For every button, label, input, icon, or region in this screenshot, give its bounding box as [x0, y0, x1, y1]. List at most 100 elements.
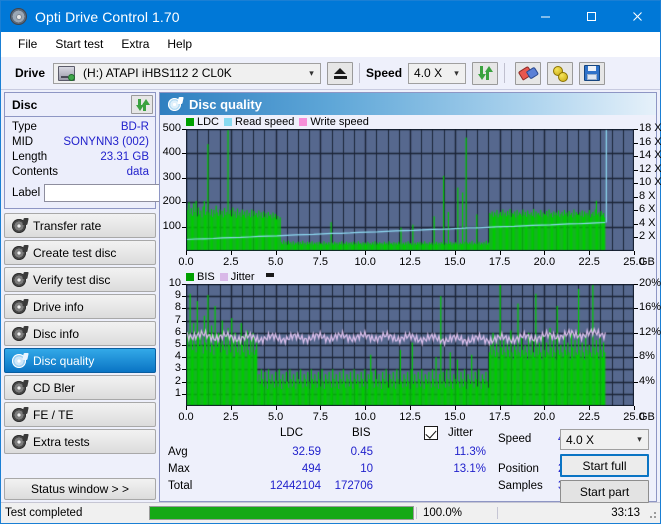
elapsed-time: 33:13	[497, 507, 646, 519]
minimize-icon[interactable]	[522, 1, 568, 32]
sidebar-item-cd-bler[interactable]: CD Bler	[4, 375, 156, 400]
x-tick-label: 17.5	[488, 256, 511, 268]
test-speed-select[interactable]: 4.0 X ▾	[560, 429, 649, 450]
disc-label-key: Label	[12, 187, 41, 199]
legend-swatch-jitter	[219, 273, 228, 281]
save-button[interactable]	[579, 61, 606, 85]
disc-icon	[12, 326, 26, 341]
x-tick-label: 12.5	[399, 256, 421, 268]
refresh-icon	[477, 66, 493, 80]
stats-row-label-max: Max	[168, 463, 190, 475]
title-bar: Opti Drive Control 1.70	[1, 1, 660, 32]
sidebar-item-transfer-rate[interactable]: Transfer rate	[4, 213, 156, 238]
window-controls	[522, 1, 660, 32]
chart-bis-jitter: BIS Jitter 1 2 3 4 5 6 7 8 9 10 4% 8% 12% 16% 20% 0.0 2.…	[160, 270, 661, 425]
menu-item-file[interactable]: File	[9, 34, 46, 54]
bug-icon	[552, 65, 569, 82]
y-tick-label: 2	[174, 374, 181, 387]
x-tick-label: 15.0	[444, 411, 466, 423]
sidebar-item-label: Drive info	[33, 299, 84, 314]
clear-button[interactable]	[515, 61, 542, 85]
disc-info-rows: Type BD-R MID SONYNN3 (002) Length 23.31…	[5, 117, 233, 208]
legend-entry-bis: BIS	[186, 271, 215, 283]
menu-item-help[interactable]: Help	[158, 34, 201, 54]
sidebar-item-extra-tests[interactable]: Extra tests	[4, 429, 156, 454]
y2-tick-label: 4%	[639, 374, 655, 387]
chevron-down-icon: ▾	[454, 67, 459, 78]
refresh-button[interactable]	[472, 61, 499, 85]
y2-tick-label: 14 X	[639, 149, 661, 162]
start-part-button[interactable]: Start part	[560, 480, 649, 503]
x-tick-label: 2.5	[223, 256, 239, 268]
y2-tick-label: 8%	[639, 350, 655, 363]
jitter-checkbox[interactable]	[424, 426, 438, 440]
status-bar: Test completed 100.0% 33:13	[1, 502, 660, 523]
progress-percent: 100.0%	[416, 507, 497, 519]
y2-tick-label: 4 X	[639, 216, 656, 229]
y-tick-label: 9	[174, 289, 181, 302]
y-tick-label: 4	[174, 350, 181, 363]
x-tick-label: 22.5	[578, 256, 600, 268]
menu-item-start-test[interactable]: Start test	[46, 34, 112, 54]
disc-info-header: Disc	[5, 93, 155, 117]
sidebar-item-drive-info[interactable]: Drive info	[4, 294, 156, 319]
stats-avg-ldc: 32.59	[292, 446, 321, 458]
speed-select-value: 4.0 X	[414, 66, 443, 80]
eraser-icon	[517, 63, 540, 83]
resize-grip-icon[interactable]	[646, 506, 660, 520]
sidebar-item-verify-test-disc[interactable]: Verify test disc	[4, 267, 156, 292]
sidebar: Disc Type BD-R MID SONYNN3 (002) Length …	[1, 90, 233, 502]
sidebar-item-label: Disc quality	[33, 353, 95, 368]
drive-label: Drive	[15, 66, 46, 80]
y2-tick-label: 12%	[639, 325, 661, 338]
stats-header-ldc: LDC	[280, 427, 304, 439]
chart-bottom-plot-wrap: 1 2 3 4 5 6 7 8 9 10 4% 8% 12% 16% 20% 0.0 2.5 5.0 7.5 10.0…	[160, 277, 661, 424]
disc-row-length: Length 23.31 GB	[12, 150, 149, 165]
y-tick-label: 3	[174, 362, 181, 375]
disc-row-value: BD-R	[120, 121, 149, 133]
y2-tick-label: 12 X	[639, 162, 661, 175]
sidebar-item-fe-te[interactable]: FE / TE	[4, 402, 156, 427]
app-disc-icon	[10, 8, 27, 25]
drive-select[interactable]: (H:) ATAPI iHBS112 2 CL0K ▾	[53, 62, 322, 84]
y2-tick-label: 10 X	[639, 176, 661, 189]
start-full-button[interactable]: Start full	[560, 454, 649, 477]
disc-row-type: Type BD-R	[12, 120, 149, 135]
status-window-button[interactable]: Status window > >	[4, 478, 156, 500]
menu-item-extra[interactable]: Extra	[112, 34, 158, 54]
test-speed-value: 4.0 X	[566, 432, 595, 447]
close-icon[interactable]	[614, 1, 660, 32]
debug-button[interactable]	[547, 61, 574, 85]
start-full-label: Start full	[582, 458, 627, 473]
sidebar-item-disc-info[interactable]: Disc info	[4, 321, 156, 346]
legend-label-write-speed: Write speed	[310, 116, 369, 128]
disc-row-value: SONYNN3 (002)	[63, 136, 149, 148]
y2-tick-label: 18 X	[639, 122, 661, 134]
stats-max-jitter: 13.1%	[453, 463, 486, 475]
progress-bar-fill	[150, 507, 413, 519]
sidebar-item-disc-quality[interactable]: Disc quality	[4, 348, 156, 373]
chart-top-canvas	[186, 129, 634, 251]
chart-legend-bottom: BIS Jitter	[160, 270, 656, 284]
disc-icon	[12, 407, 26, 422]
stats-row-label-total: Total	[168, 480, 193, 492]
stats-speed-label: Speed	[498, 433, 532, 445]
panel-header: Disc quality	[160, 93, 656, 115]
speed-select[interactable]: 4.0 X ▾	[408, 62, 467, 84]
stats-avg-jitter: 11.3%	[454, 446, 486, 458]
sidebar-item-create-test-disc[interactable]: Create test disc	[4, 240, 156, 265]
maximize-icon[interactable]	[568, 1, 614, 32]
statistics-panel: LDC BIS Jitter Avg 32.59 0.45 11.3% Max …	[160, 425, 656, 503]
eject-button[interactable]	[327, 61, 354, 85]
y2-tick-label: 16%	[639, 301, 661, 314]
legend-label-read-speed: Read speed	[235, 116, 295, 128]
x-tick-label: 7.5	[312, 411, 329, 423]
disc-quality-icon	[168, 97, 181, 111]
sidebar-item-label: FE / TE	[33, 407, 74, 422]
y-tick-label: 8	[174, 301, 181, 314]
disc-refresh-button[interactable]	[131, 95, 153, 114]
y-tick-label: 5	[174, 338, 181, 350]
disc-row-key: Length	[12, 151, 48, 163]
stats-samples-label: Samples	[498, 480, 543, 492]
